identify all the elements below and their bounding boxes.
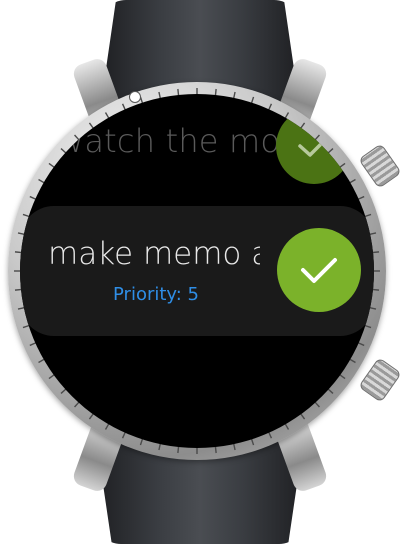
bezel-tick [214, 445, 217, 454]
bezel-tick [338, 373, 346, 380]
list-item[interactable]: watch the mov [20, 94, 374, 194]
bezel-tick [284, 423, 290, 430]
bezel-tick [267, 431, 273, 439]
todo-title: make memo a [48, 236, 260, 272]
watch-device: watch the mov make memo a Priority: 5 [0, 0, 400, 544]
check-icon [298, 135, 330, 157]
check-icon [301, 258, 337, 283]
bezel-tick [364, 324, 372, 329]
bezel-tick [299, 412, 306, 420]
list-item[interactable]: make memo a Priority: 5 [20, 206, 374, 336]
complete-button[interactable] [277, 228, 361, 312]
bezel-tick [314, 401, 320, 408]
watch-screen: watch the mov make memo a Priority: 5 [20, 94, 374, 448]
priority-label: Priority: 5 [113, 284, 199, 305]
bezel-tick [250, 438, 255, 446]
bezel-tick [327, 388, 334, 394]
bezel-tick [349, 358, 356, 364]
todo-title: watch the mov [58, 122, 300, 160]
bezel-tick [232, 443, 236, 451]
complete-button[interactable] [276, 108, 352, 184]
bezel-tick [357, 341, 365, 347]
